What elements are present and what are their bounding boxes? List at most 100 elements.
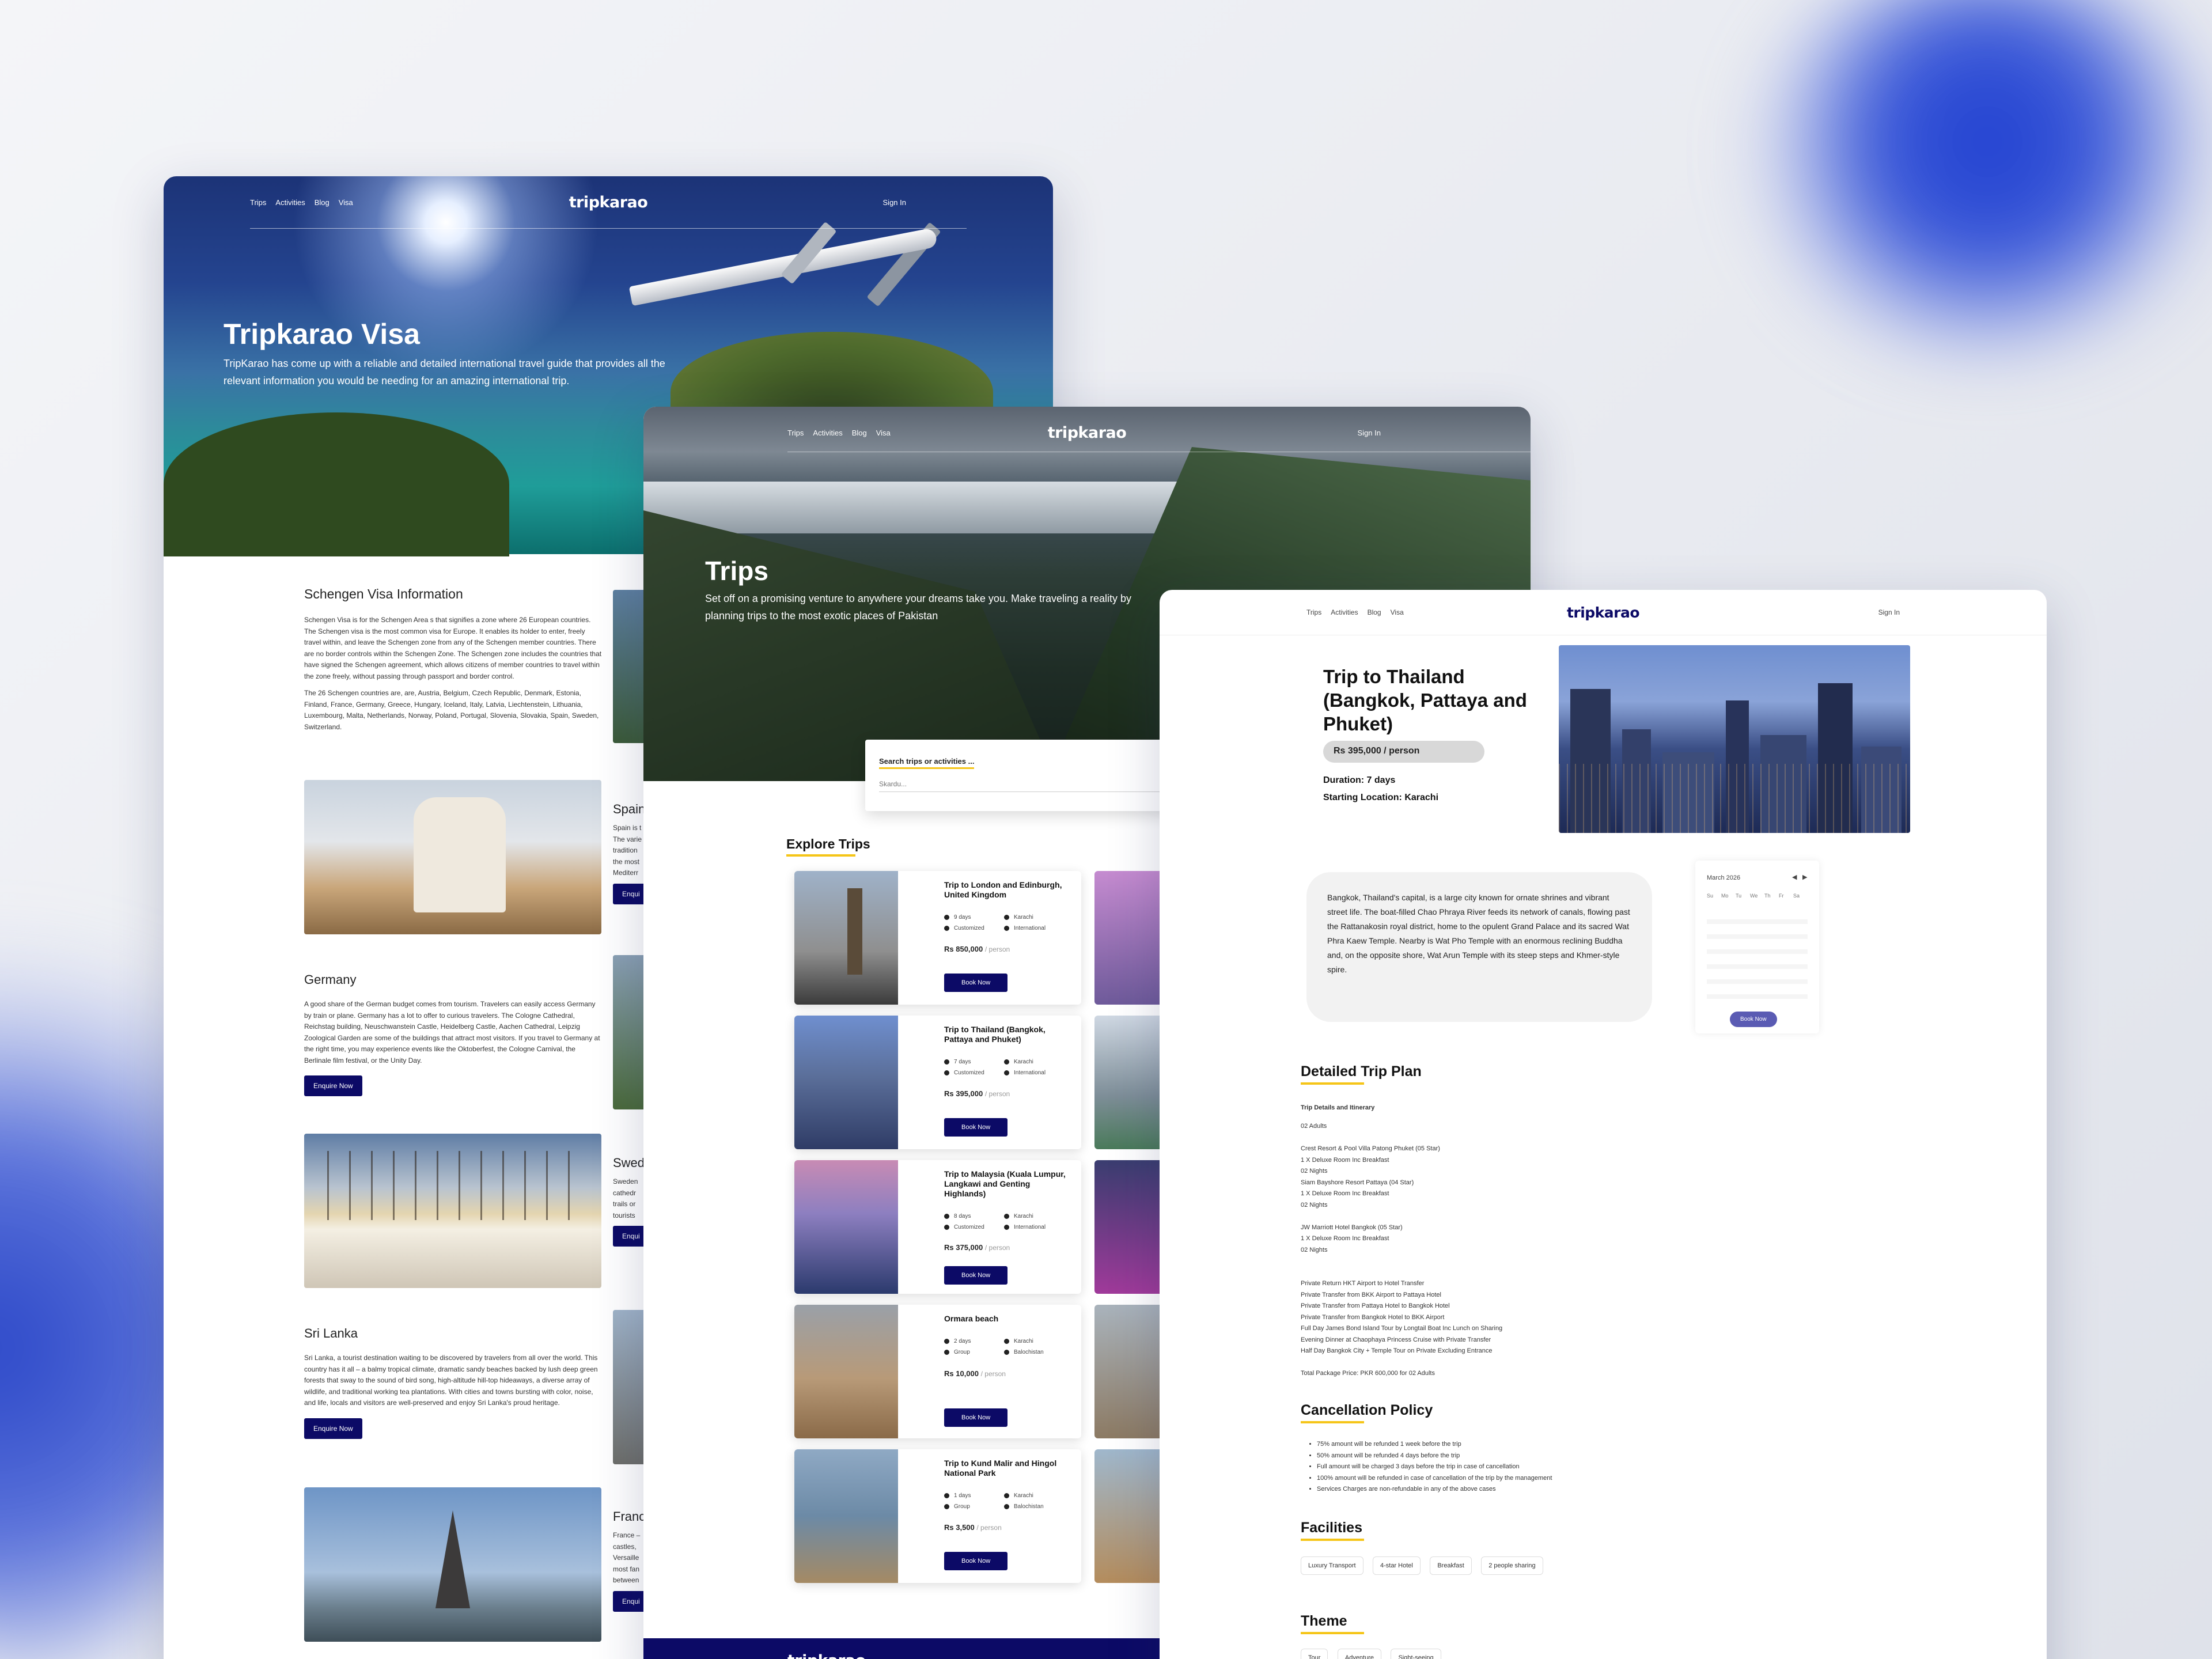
scope-value: International <box>1014 925 1046 931</box>
itinerary-line: Crest Resort & Pool Villa Patong Phuket … <box>1301 1145 1440 1152</box>
itinerary-line: Private Transfer from Bangkok Hotel to B… <box>1301 1313 1445 1321</box>
price-unit: / person <box>984 945 1010 953</box>
cancellation-item: Full amount will be charged 3 days befor… <box>1317 1461 1552 1473</box>
signin-link[interactable]: Sign In <box>1878 608 1900 616</box>
sweden-image <box>304 1134 601 1288</box>
nav-trips[interactable]: Trips <box>250 198 266 207</box>
nav-trips[interactable]: Trips <box>1306 608 1321 616</box>
book-now-button[interactable]: Book Now <box>944 1118 1008 1137</box>
calendar-days[interactable] <box>1707 909 1808 1001</box>
cancellation-item: 75% amount will be refunded 1 week befor… <box>1317 1439 1552 1450</box>
clock-icon <box>944 1493 949 1498</box>
location-pin-icon <box>1004 1214 1009 1219</box>
book-now-button[interactable]: Book Now <box>944 974 1008 992</box>
price-value: Rs 3,500 <box>944 1523 975 1532</box>
nav-visa[interactable]: Visa <box>1391 608 1404 616</box>
book-now-button[interactable]: Book Now <box>944 1552 1008 1570</box>
trip-card-scope: International <box>1004 925 1046 931</box>
nav-activities[interactable]: Activities <box>275 198 305 207</box>
nav-blog[interactable]: Blog <box>1368 608 1381 616</box>
facility-chip: 2 people sharing <box>1481 1556 1543 1575</box>
trip-card-image <box>794 1449 898 1583</box>
trip-card-type: Customized <box>944 1224 984 1230</box>
clock-icon <box>944 1214 949 1219</box>
signin-link[interactable]: Sign In <box>1358 429 1381 437</box>
days-value: 8 days <box>954 1213 971 1219</box>
page-subtitle: TripKarao has come up with a reliable an… <box>224 358 665 387</box>
weekday-label: Sa <box>1793 893 1800 899</box>
trip-card[interactable]: Trip to London and Edinburgh, United Kin… <box>794 871 1081 1005</box>
search-input[interactable] <box>879 777 1167 792</box>
itinerary-line: Private Return HKT Airport to Hotel Tran… <box>1301 1280 1425 1287</box>
nav-trips[interactable]: Trips <box>787 429 804 437</box>
nav-blog[interactable]: Blog <box>852 429 867 437</box>
nav-activities[interactable]: Activities <box>1331 608 1358 616</box>
price-value: Rs 395,000 <box>944 1089 983 1098</box>
scope-value: International <box>1014 1070 1046 1076</box>
calendar-next-icon[interactable]: ▶ <box>1802 873 1807 881</box>
trip-card[interactable]: Ormara beach 2 days Group Karachi Baloch… <box>794 1305 1081 1438</box>
scope-value: Balochistan <box>1014 1503 1044 1510</box>
trip-card-price: Rs 375,000 / person <box>944 1243 1010 1252</box>
trip-card[interactable]: Trip to Thailand (Bangkok, Pattaya and P… <box>794 1016 1081 1149</box>
schengen-countries: The 26 Schengen countries are, are, Aust… <box>304 689 599 731</box>
trip-card[interactable]: Trip to Kund Malir and Hingol National P… <box>794 1449 1081 1583</box>
price-unit: / person <box>984 1090 1010 1098</box>
weekday-label: Th <box>1764 893 1771 899</box>
logo[interactable]: tripkarao <box>1567 604 1640 621</box>
trip-card[interactable]: Trip to Malaysia (Kuala Lumpur, Langkawi… <box>794 1160 1081 1294</box>
cancellation-item: 100% amount will be refunded in case of … <box>1317 1473 1552 1484</box>
trip-card-days: 9 days <box>944 914 971 921</box>
itinerary-line: JW Marriott Hotel Bangkok (05 Star) <box>1301 1224 1403 1231</box>
from-value: Karachi <box>1014 1493 1033 1499</box>
book-now-button[interactable]: Book Now <box>944 1408 1008 1427</box>
theme-chip: Sight-seeing <box>1391 1649 1441 1659</box>
trip-card-type: Group <box>944 1349 970 1355</box>
srilanka-enquire-button[interactable]: Enquire Now <box>304 1418 362 1439</box>
trip-card-price: Rs 850,000 / person <box>944 945 1010 953</box>
trip-card-price: Rs 395,000 / person <box>944 1089 1010 1098</box>
logo[interactable]: tripkarao <box>1048 424 1127 442</box>
logo[interactable]: tripkarao <box>569 194 648 211</box>
itinerary-line: 1 X Deluxe Room Inc Breakfast <box>1301 1156 1389 1164</box>
germany-enquire-button[interactable]: Enquire Now <box>304 1075 362 1096</box>
nav-visa[interactable]: Visa <box>339 198 353 207</box>
weekday-label: Tu <box>1736 893 1742 899</box>
nav-blog[interactable]: Blog <box>315 198 329 207</box>
days-value: 9 days <box>954 914 971 921</box>
location-pin-icon <box>1004 1493 1009 1498</box>
nav-visa[interactable]: Visa <box>876 429 891 437</box>
days-value: 7 days <box>954 1059 971 1065</box>
calendar-prev-icon[interactable]: ◀ <box>1792 873 1797 881</box>
price-value: Rs 375,000 <box>944 1243 983 1252</box>
footer-logo[interactable]: tripkarao <box>787 1652 866 1659</box>
itinerary-line: 1 X Deluxe Room Inc Breakfast <box>1301 1190 1389 1197</box>
germany-heading: Germany <box>304 972 357 987</box>
clock-icon <box>944 1339 949 1344</box>
calendar-book-now-button[interactable]: Book Now <box>1730 1012 1777 1027</box>
big-ben-shape <box>847 888 862 975</box>
itinerary-line <box>1301 1256 1502 1267</box>
cancellation-item: 50% amount will be refunded 4 days befor… <box>1317 1450 1552 1462</box>
trip-card-scope: Balochistan <box>1004 1349 1044 1355</box>
calendar: March 2026 ◀ ▶ Su Mo Tu We Th Fr Sa Book… <box>1695 861 1819 1033</box>
trip-card-type: Customized <box>944 1070 984 1076</box>
eiffel-tower-shape <box>435 1510 470 1608</box>
days-value: 2 days <box>954 1338 971 1344</box>
book-now-button[interactable]: Book Now <box>944 1266 1008 1285</box>
srilanka-text: Sri Lanka, a tourist destination waiting… <box>304 1354 598 1407</box>
theme-chips: Tour Adventure Sight-seeing <box>1301 1649 1448 1659</box>
trees-shape <box>327 1151 581 1220</box>
trip-card-image <box>794 1016 898 1149</box>
trip-plan-heading: Detailed Trip Plan <box>1301 1063 1422 1085</box>
location-pin-icon <box>1004 1339 1009 1344</box>
nav-activities[interactable]: Activities <box>813 429 842 437</box>
signin-link[interactable]: Sign In <box>883 198 906 207</box>
trip-card-scope: International <box>1004 1070 1046 1076</box>
flag-icon <box>1004 926 1009 931</box>
search-label: Search trips or activities ... <box>879 757 975 769</box>
schengen-text: Schengen Visa is for the Schengen Area s… <box>304 616 602 680</box>
itinerary-line: Siam Bayshore Resort Pattaya (04 Star) <box>1301 1179 1414 1186</box>
group-icon <box>944 1504 949 1509</box>
schengen-heading: Schengen Visa Information <box>304 586 463 601</box>
